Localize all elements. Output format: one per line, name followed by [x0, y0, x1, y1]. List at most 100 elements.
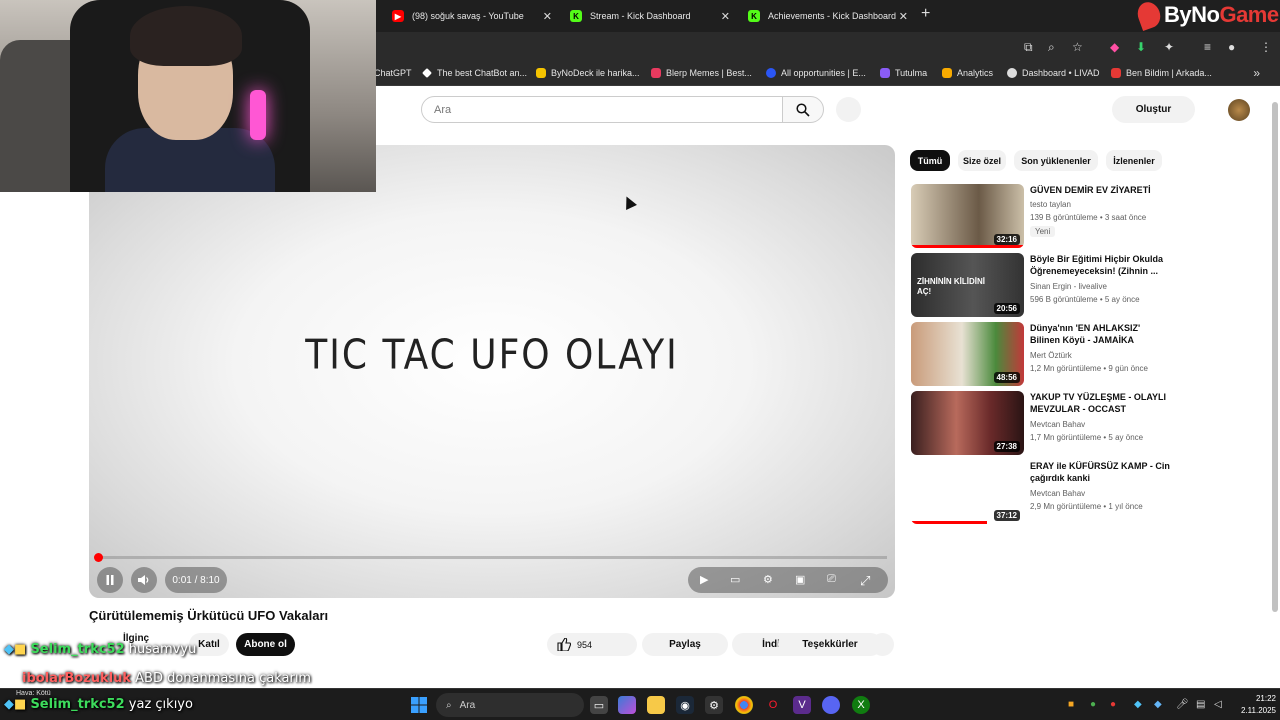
volume-button[interactable] — [131, 567, 157, 593]
tray-icon[interactable]: ● — [1110, 699, 1116, 710]
bookmark-item[interactable]: Blerp Memes | Best... — [651, 68, 752, 78]
bookmark-item[interactable]: Analytics — [942, 68, 993, 78]
scrollbar-thumb[interactable] — [1272, 102, 1278, 612]
visual-studio-icon[interactable]: V — [793, 696, 811, 714]
video-thumbnail[interactable]: ZİHNİNİN KİLİDİNİ AÇ! 20:56 — [911, 253, 1024, 317]
extension-twitch-icon[interactable]: ◆ — [1110, 40, 1119, 54]
taskbar-search[interactable]: ⌕ Ara — [436, 693, 584, 717]
bookmark-star-icon[interactable]: ☆ — [1072, 40, 1083, 54]
windows-start-icon[interactable] — [410, 696, 428, 714]
recommendation-item[interactable]: 27:38 YAKUP TV YÜZLEŞME - OLAYLI MEVZULA… — [911, 391, 1171, 455]
discord-icon[interactable] — [822, 696, 840, 714]
rec-channel[interactable]: testo taylan — [1030, 200, 1071, 209]
video-overlay-title: TIC TAC UFO OLAYI — [305, 331, 679, 380]
search-button[interactable] — [782, 96, 824, 123]
browser-toolbar: ⧉ ⌕ ☆ ◆ ⬇ ✦ ≡ ● ⋮ — [376, 32, 1280, 62]
progress-bar[interactable] — [94, 553, 887, 562]
rec-title[interactable]: Böyle Bir Eğitimi Hiçbir Okulda Öğreneme… — [1030, 253, 1170, 277]
rec-title[interactable]: ERAY ile KÜFÜRSÜZ KAMP - Cin çağırdık ka… — [1030, 460, 1170, 484]
video-thumbnail[interactable]: 37:12 — [911, 460, 1024, 524]
create-button[interactable]: Oluştur — [1112, 96, 1195, 123]
microphone-icon[interactable]: 🎤︎ — [1176, 699, 1189, 710]
bookmark-item[interactable]: Ben Bildim | Arkada... — [1111, 68, 1212, 78]
bookmark-item[interactable]: All opportunities | E... — [766, 68, 866, 78]
rec-channel[interactable]: Mert Öztürk — [1030, 351, 1072, 360]
bookmark-item[interactable]: The best ChatBot an... — [422, 68, 527, 78]
cast-icon[interactable]: ⎚ — [827, 573, 836, 586]
video-thumbnail[interactable]: 48:56 — [911, 322, 1024, 386]
weather-widget[interactable]: Hava: Kötü — [16, 690, 51, 697]
close-icon[interactable]: ✕ — [721, 10, 730, 23]
recommendation-item[interactable]: 32:16 GÜVEN DEMİR EV ZİYARETİ testo tayl… — [911, 184, 1171, 248]
bookmark-item[interactable]: ChatGPT — [374, 68, 412, 78]
subtitles-icon[interactable]: ▭ — [730, 573, 740, 586]
tray-icon[interactable]: ● — [1090, 699, 1096, 710]
progress-scrubber[interactable] — [94, 553, 103, 562]
media-controls-icon[interactable]: ≡ — [1204, 40, 1211, 54]
tray-icon[interactable]: ◆ — [1154, 699, 1162, 710]
chip-for-you[interactable]: Size özel — [958, 150, 1006, 171]
file-explorer-icon[interactable] — [647, 696, 665, 714]
autoplay-toggle-icon[interactable]: ▶ — [700, 573, 708, 586]
search-input[interactable]: Ara — [421, 96, 783, 123]
bookmark-item[interactable]: ByNoDeck ile harika... — [536, 68, 640, 78]
bookmark-item[interactable]: Tutulma — [880, 68, 927, 78]
thanks-button[interactable]: Teşekkürler — [778, 633, 882, 656]
close-icon[interactable]: ✕ — [543, 10, 552, 23]
close-icon[interactable]: ✕ — [899, 10, 908, 23]
like-button[interactable]: 954 — [547, 633, 637, 656]
chip-all[interactable]: Tümü — [910, 150, 950, 171]
video-thumbnail[interactable]: 27:38 — [911, 391, 1024, 455]
page-scrollbar[interactable] — [1271, 92, 1279, 688]
subscribe-button[interactable]: Abone ol — [236, 633, 295, 656]
rec-title[interactable]: Dünya'nın 'EN AHLAKSIZ' Bilinen Köyü - J… — [1030, 322, 1170, 346]
new-tab-button[interactable]: + — [921, 5, 930, 23]
profile-icon[interactable]: ● — [1228, 40, 1235, 54]
webcam-overlay — [0, 0, 376, 192]
video-thumbnail[interactable]: 32:16 — [911, 184, 1024, 248]
speaker-icon[interactable]: ◁ — [1214, 699, 1222, 710]
tab-label: Achievements - Kick Dashboard — [768, 11, 897, 21]
app-icon[interactable]: ⚙ — [705, 696, 723, 714]
zoom-icon[interactable]: ⌕ — [1048, 40, 1055, 55]
fullscreen-icon[interactable]: ⤢ — [860, 573, 870, 589]
rec-channel[interactable]: Sinan Ergin - livealive — [1030, 282, 1107, 291]
bookmark-item[interactable]: Dashboard • LIVAD — [1007, 68, 1100, 78]
chrome-icon[interactable] — [735, 696, 753, 714]
tab-kick-stream[interactable]: K Stream - Kick Dashboard ✕ — [570, 4, 730, 28]
settings-gear-icon[interactable]: ⚙ — [763, 573, 773, 586]
more-actions-button[interactable] — [871, 633, 894, 656]
install-icon[interactable]: ⧉ — [1024, 40, 1033, 55]
rec-channel[interactable]: Mevtcan Bahav — [1030, 489, 1085, 498]
network-icon[interactable]: ▤ — [1196, 699, 1205, 710]
video-player[interactable]: TIC TAC UFO OLAYI 0:01 / 8:10 ▶ ▭ ⚙ ▣ ⎚ … — [89, 145, 895, 598]
task-view-icon[interactable]: ▭ — [590, 696, 608, 714]
rec-title[interactable]: GÜVEN DEMİR EV ZİYARETİ — [1030, 184, 1170, 196]
tab-kick-achievements[interactable]: K Achievements - Kick Dashboard ✕ — [748, 4, 908, 28]
opera-icon[interactable]: O — [764, 696, 782, 714]
voice-search-button[interactable] — [836, 97, 861, 122]
extensions-icon[interactable]: ✦ — [1164, 40, 1174, 54]
rec-channel[interactable]: Mevtcan Bahav — [1030, 420, 1085, 429]
xbox-icon[interactable]: X — [852, 696, 870, 714]
recommendation-item[interactable]: 48:56 Dünya'nın 'EN AHLAKSIZ' Bilinen Kö… — [911, 322, 1171, 386]
tray-icon[interactable]: ■ — [1068, 699, 1074, 710]
youtube-header: Ara Oluştur — [376, 87, 1272, 131]
chip-recent[interactable]: Son yüklenenler — [1014, 150, 1098, 171]
steam-icon[interactable]: ◉ — [676, 696, 694, 714]
extension-download-icon[interactable]: ⬇ — [1136, 40, 1146, 54]
recommendation-item[interactable]: 37:12 ERAY ile KÜFÜRSÜZ KAMP - Cin çağır… — [911, 460, 1171, 524]
menu-icon[interactable]: ⋮ — [1260, 40, 1272, 54]
clock[interactable]: 21:22 2.11.2025 — [1230, 693, 1276, 717]
tray-icon[interactable]: ◆ — [1134, 699, 1142, 710]
more-bookmarks-icon[interactable]: » — [1253, 66, 1260, 80]
share-button[interactable]: Paylaş — [642, 633, 728, 656]
theater-mode-icon[interactable]: ▣ — [795, 573, 805, 586]
rec-title[interactable]: YAKUP TV YÜZLEŞME - OLAYLI MEVZULAR - OC… — [1030, 391, 1170, 415]
recommendation-item[interactable]: ZİHNİNİN KİLİDİNİ AÇ! 20:56 Böyle Bir Eğ… — [911, 253, 1171, 317]
tab-youtube[interactable]: ▶ (98) soğuk savaş - YouTube ✕ — [392, 4, 552, 28]
chip-watched[interactable]: İzlenenler — [1106, 150, 1162, 171]
account-avatar[interactable] — [1228, 99, 1250, 121]
pause-button[interactable] — [97, 567, 123, 593]
copilot-icon[interactable] — [618, 696, 636, 714]
